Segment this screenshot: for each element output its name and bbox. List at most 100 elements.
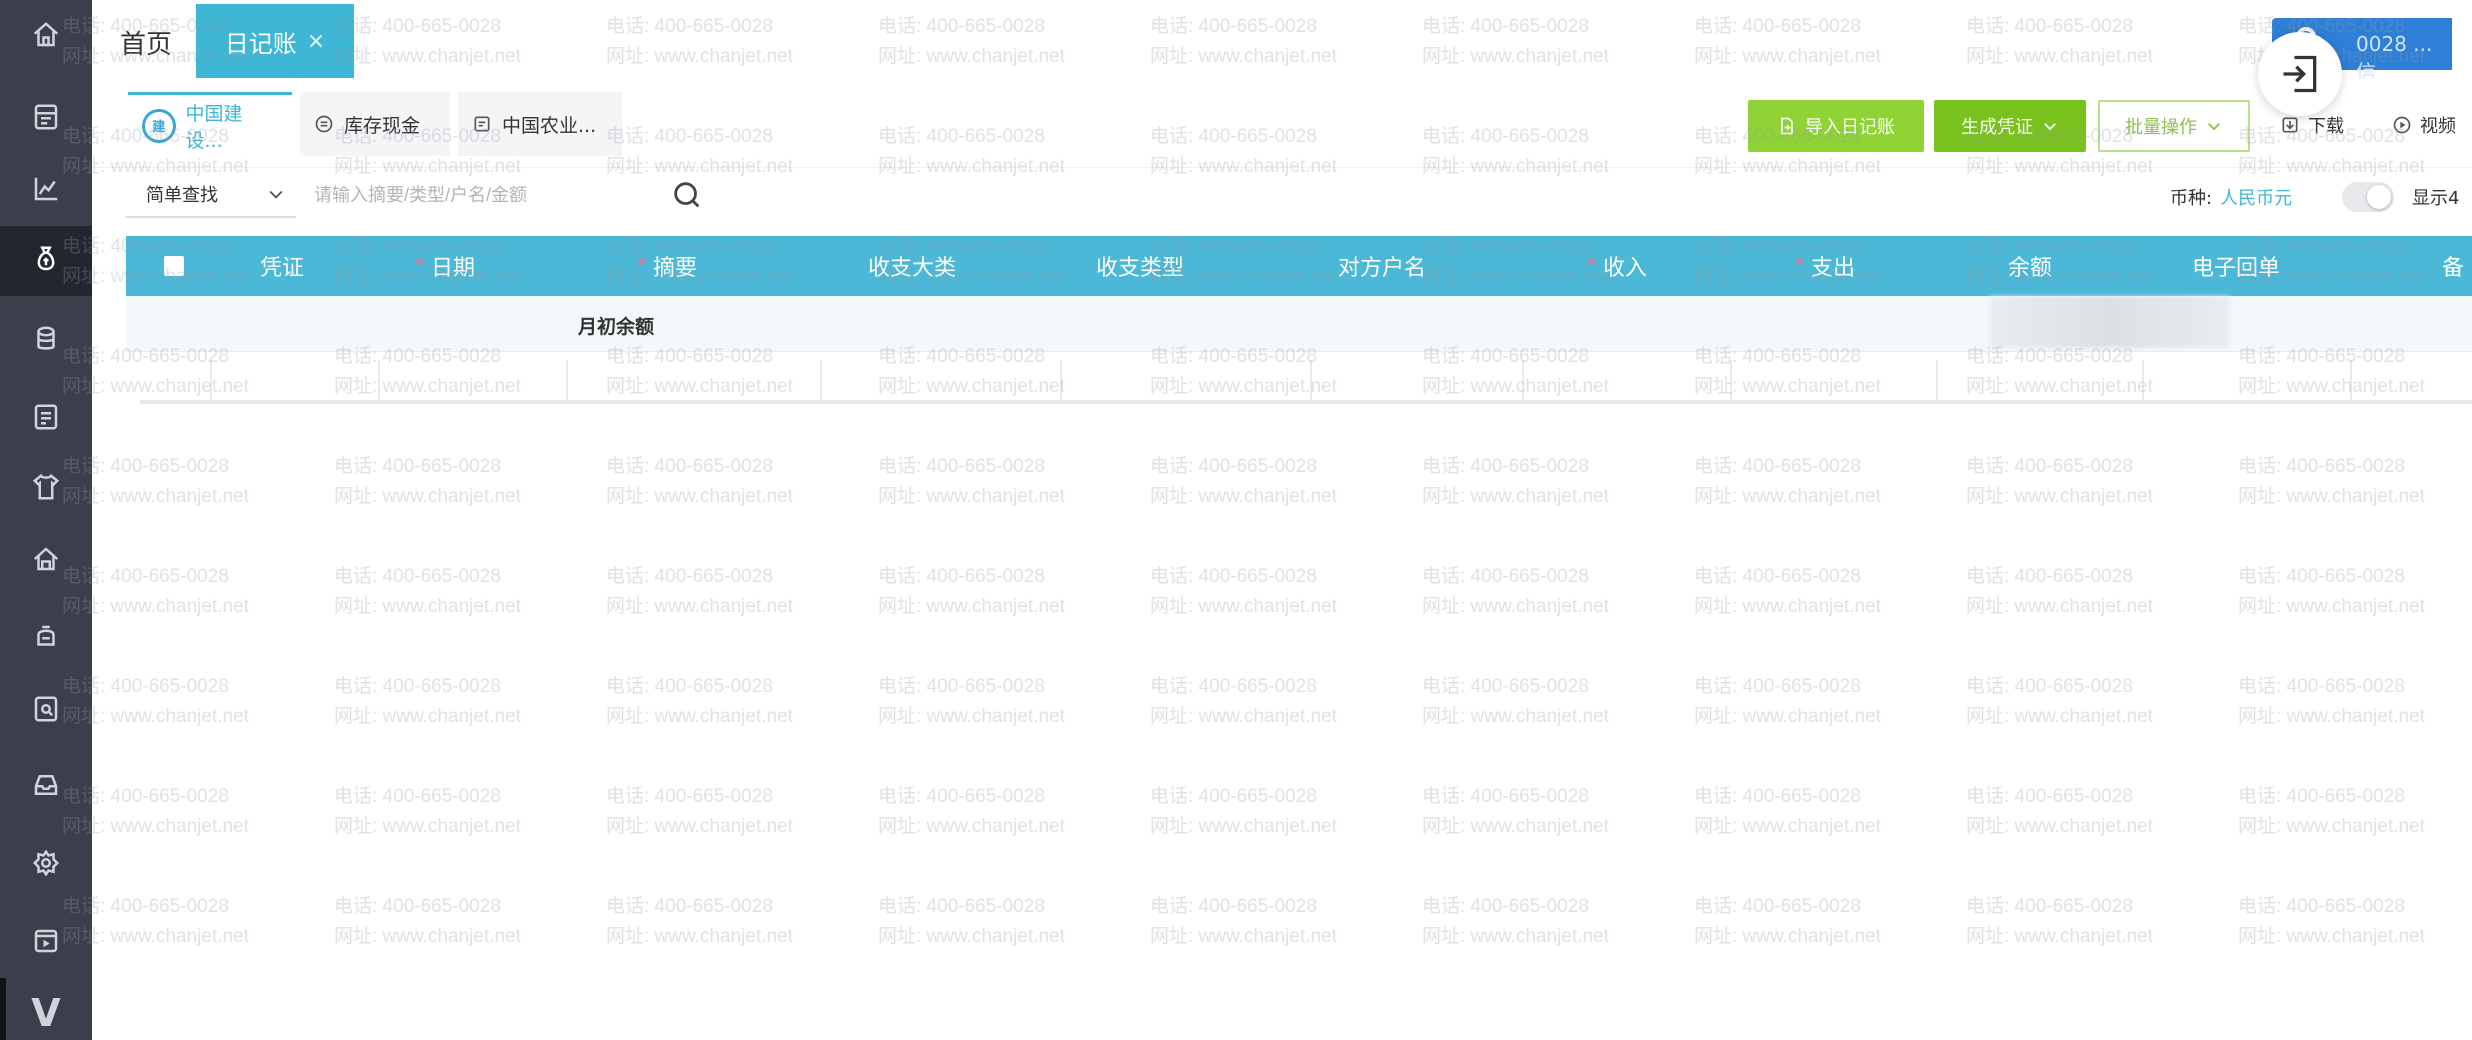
tab-home[interactable]: 首页 [120,24,172,61]
watermark-text: 电话: 400-665-0028 网址: www.chanjet.net [2238,892,2468,952]
column-header-expense[interactable]: * 支出 [1794,236,1855,296]
watermark-text: 电话: 400-665-0028 网址: www.chanjet.net [1694,782,1924,842]
watermark-phone: 电话: 400-665-0028 [1150,896,1317,917]
watermark-text: 电话: 400-665-0028 网址: www.chanjet.net [1966,672,2196,732]
generate-voucher-button[interactable]: 生成凭证 [1934,100,2086,152]
sidebar-item-inventory[interactable] [0,454,92,524]
search-row: 简单查找 币种: 人民币元 显示4 [92,168,2472,230]
watermark-site: 网址: www.chanjet.net [878,596,1065,617]
column-header-remark[interactable]: 备 [2442,236,2464,296]
watermark-phone: 电话: 400-665-0028 [62,786,229,807]
balance-value-redacted [1990,296,2230,348]
watermark-phone: 电话: 400-665-0028 [1422,896,1589,917]
cell-divider [1730,360,1732,400]
account-tab-ccb[interactable]: 建 中国建设... [128,92,292,156]
watermark-phone: 电话: 400-665-0028 [1966,676,2133,697]
sidebar-item-settings[interactable] [0,830,92,900]
required-mark: * [1794,253,1805,279]
column-label: 收入 [1603,256,1648,281]
select-all-checkbox[interactable] [164,256,184,276]
video-icon [31,926,61,960]
show-toggle[interactable] [2342,182,2394,212]
column-header-summary[interactable]: * 摘要 [636,236,697,296]
table-row-new[interactable] [140,352,2472,404]
watermark-text: 电话: 400-665-0028 网址: www.chanjet.net [1150,892,1380,952]
watermark-text: 电话: 400-665-0028 网址: www.chanjet.net [2238,562,2468,622]
column-label: 收支类型 [1096,256,1185,281]
tab-journal[interactable]: 日记账 × [196,4,354,78]
import-journal-button[interactable]: 导入日记账 [1748,100,1924,152]
app-logo[interactable]: V [0,986,92,1040]
column-header-receipt[interactable]: 电子回单 [2192,236,2280,296]
download-button[interactable]: 下载 [2280,112,2344,138]
watermark-site: 网址: www.chanjet.net [1150,486,1337,507]
import-journal-label: 导入日记账 [1805,117,1895,138]
sidebar-item-assets[interactable] [0,526,92,596]
watermark-text: 电话: 400-665-0028 网址: www.chanjet.net [2238,782,2468,842]
search-mode-select[interactable]: 简单查找 [126,172,296,218]
search-input[interactable] [314,172,654,218]
exit-icon [2283,55,2317,93]
sidebar-item-cash[interactable] [0,226,92,296]
column-label: 备 [2442,256,2465,281]
exit-button[interactable] [2258,32,2342,116]
watermark-text: 电话: 400-665-0028 网址: www.chanjet.net [1422,452,1652,512]
coins-icon [31,324,61,358]
watermark-site: 网址: www.chanjet.net [1966,706,2153,727]
watermark-site: 网址: www.chanjet.net [334,596,521,617]
sidebar-item-video[interactable] [0,908,92,978]
home-icon [31,20,61,54]
sidebar-item-ledger[interactable] [0,84,92,154]
column-header-counterparty[interactable]: 对方户名 [1338,236,1426,296]
cell-divider [1522,360,1524,400]
column-header-balance[interactable]: 余额 [2008,236,2052,296]
watermark-site: 网址: www.chanjet.net [878,816,1065,837]
sidebar-item-report[interactable] [0,384,92,454]
watermark-text: 电话: 400-665-0028 网址: www.chanjet.net [1694,892,1924,952]
watermark-site: 网址: www.chanjet.net [878,706,1065,727]
chevron-down-icon [2044,123,2056,131]
tab-close-icon[interactable]: × [307,29,325,54]
column-header-income[interactable]: * 收入 [1586,236,1647,296]
column-label: 收支大类 [868,256,957,281]
watermark-phone: 电话: 400-665-0028 [606,896,773,917]
video-help-label: 视频 [2420,116,2456,137]
opening-balance-label: 月初余额 [578,316,655,338]
sidebar-item-invoice[interactable] [0,676,92,746]
watermark-phone: 电话: 400-665-0028 [1694,786,1861,807]
watermark-site: 网址: www.chanjet.net [1422,596,1609,617]
column-header-category[interactable]: 收支大类 [868,236,956,296]
batch-operation-button[interactable]: 批量操作 [2098,100,2250,152]
play-circle-icon [2393,116,2411,134]
account-tab-abc[interactable]: 中国农业... [458,92,622,156]
currency-value[interactable]: 人民币元 [2220,188,2292,209]
cell-divider [566,360,568,400]
sidebar-item-inbox[interactable] [0,752,92,822]
sidebar-item-home[interactable] [0,2,92,72]
piggy-bank-icon [31,622,61,656]
watermark-site: 网址: www.chanjet.net [878,486,1065,507]
watermark-site: 网址: www.chanjet.net [606,926,793,947]
bank-card-icon [474,116,490,132]
watermark-phone: 电话: 400-665-0028 [1150,676,1317,697]
watermark-site: 网址: www.chanjet.net [62,596,249,617]
watermark-site: 网址: www.chanjet.net [62,926,249,947]
watermark-text: 电话: 400-665-0028 网址: www.chanjet.net [62,562,292,622]
account-tab-cash[interactable]: 库存现金 [300,92,450,156]
sidebar-item-chart[interactable] [0,156,92,226]
watermark-site: 网址: www.chanjet.net [1150,816,1337,837]
watermark-phone: 电话: 400-665-0028 [62,566,229,587]
sidebar-item-savings[interactable] [0,604,92,674]
watermark-text: 电话: 400-665-0028 网址: www.chanjet.net [1150,452,1380,512]
video-help-button[interactable]: 视频 [2392,112,2456,138]
sidebar-item-coins[interactable] [0,306,92,376]
column-header-voucher[interactable]: 凭证 [260,236,304,296]
watermark-text: 电话: 400-665-0028 网址: www.chanjet.net [2238,672,2468,732]
search-icon[interactable] [670,178,704,212]
watermark-site: 网址: www.chanjet.net [2238,816,2425,837]
column-header-type[interactable]: 收支类型 [1096,236,1184,296]
watermark-site: 网址: www.chanjet.net [1150,706,1337,727]
column-header-date[interactable]: * 日期 [414,236,475,296]
watermark-phone: 电话: 400-665-0028 [1694,456,1861,477]
report-icon [31,402,61,436]
